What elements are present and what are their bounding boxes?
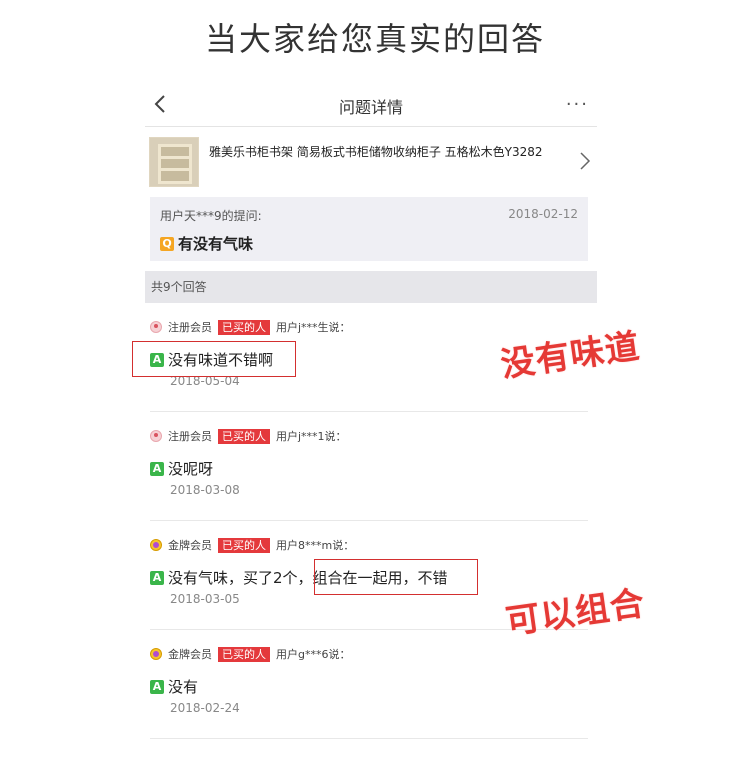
answer-date: 2018-03-05 bbox=[170, 592, 240, 606]
registered-member-icon bbox=[150, 430, 162, 442]
answer-text: 没呢呀 bbox=[168, 460, 214, 478]
answer-user: 用户8***m说： bbox=[276, 539, 355, 552]
gold-member-icon bbox=[150, 539, 162, 551]
gold-member-icon bbox=[150, 648, 162, 660]
product-name: 雅美乐书柜书架 简易板式书柜储物收纳柜子 五格松木色Y3282 bbox=[209, 145, 543, 159]
chevron-right-icon[interactable] bbox=[579, 151, 591, 171]
navbar: 问题详情 ··· bbox=[145, 82, 597, 127]
highlight-box bbox=[314, 559, 478, 595]
answer-user: 用户j***生说： bbox=[276, 321, 351, 334]
answer-badge-icon: A bbox=[150, 461, 164, 476]
answer-line: A 没呢呀 bbox=[150, 458, 213, 479]
answer-header: 金牌会员 已买的人 用户8***m说： bbox=[150, 537, 354, 553]
answers-count: 共9个回答 bbox=[145, 271, 597, 303]
answer-date: 2018-03-08 bbox=[170, 483, 240, 497]
headline: 当大家给您真实的回答 bbox=[204, 20, 545, 58]
question-badge-icon: Q bbox=[160, 236, 174, 251]
answer-header: 注册会员 已买的人 用户j***生说： bbox=[150, 319, 351, 335]
list-item: 注册会员 已买的人 用户j***1说： A 没呢呀 2018-03-08 bbox=[150, 412, 588, 521]
member-level: 金牌会员 bbox=[168, 648, 212, 661]
registered-member-icon bbox=[150, 321, 162, 333]
list-item: 金牌会员 已买的人 用户g***6说： A 没有 2018-02-24 bbox=[150, 630, 588, 739]
page-title: 问题详情 bbox=[338, 98, 403, 117]
answer-text: 没有 bbox=[168, 678, 199, 696]
question-user: 用户天***9的提问: bbox=[160, 209, 262, 223]
answer-badge-icon: A bbox=[150, 679, 164, 694]
question-line: Q 有没有气味 bbox=[160, 233, 253, 254]
answer-header: 注册会员 已买的人 用户j***1说： bbox=[150, 428, 347, 444]
more-icon[interactable]: ··· bbox=[566, 94, 589, 115]
bought-badge: 已买的人 bbox=[218, 428, 270, 444]
highlight-box bbox=[132, 341, 296, 377]
answer-line: A 没有 bbox=[150, 676, 198, 697]
question-block: 用户天***9的提问: 2018-02-12 Q 有没有气味 bbox=[150, 197, 588, 261]
product-card[interactable]: 雅美乐书柜书架 简易板式书柜储物收纳柜子 五格松木色Y3282 bbox=[145, 127, 597, 197]
question-date: 2018-02-12 bbox=[508, 207, 578, 221]
member-level: 注册会员 bbox=[168, 321, 212, 334]
answer-user: 用户g***6说： bbox=[276, 648, 351, 661]
answer-date: 2018-02-24 bbox=[170, 701, 240, 715]
answer-header: 金牌会员 已买的人 用户g***6说： bbox=[150, 646, 350, 662]
answer-user: 用户j***1说： bbox=[276, 430, 347, 443]
member-level: 金牌会员 bbox=[168, 539, 212, 552]
product-thumbnail bbox=[149, 137, 199, 187]
bought-badge: 已买的人 bbox=[218, 537, 270, 553]
question-text: 有没有气味 bbox=[178, 235, 254, 253]
bought-badge: 已买的人 bbox=[218, 646, 270, 662]
bought-badge: 已买的人 bbox=[218, 319, 270, 335]
answer-badge-icon: A bbox=[150, 570, 164, 585]
member-level: 注册会员 bbox=[168, 430, 212, 443]
